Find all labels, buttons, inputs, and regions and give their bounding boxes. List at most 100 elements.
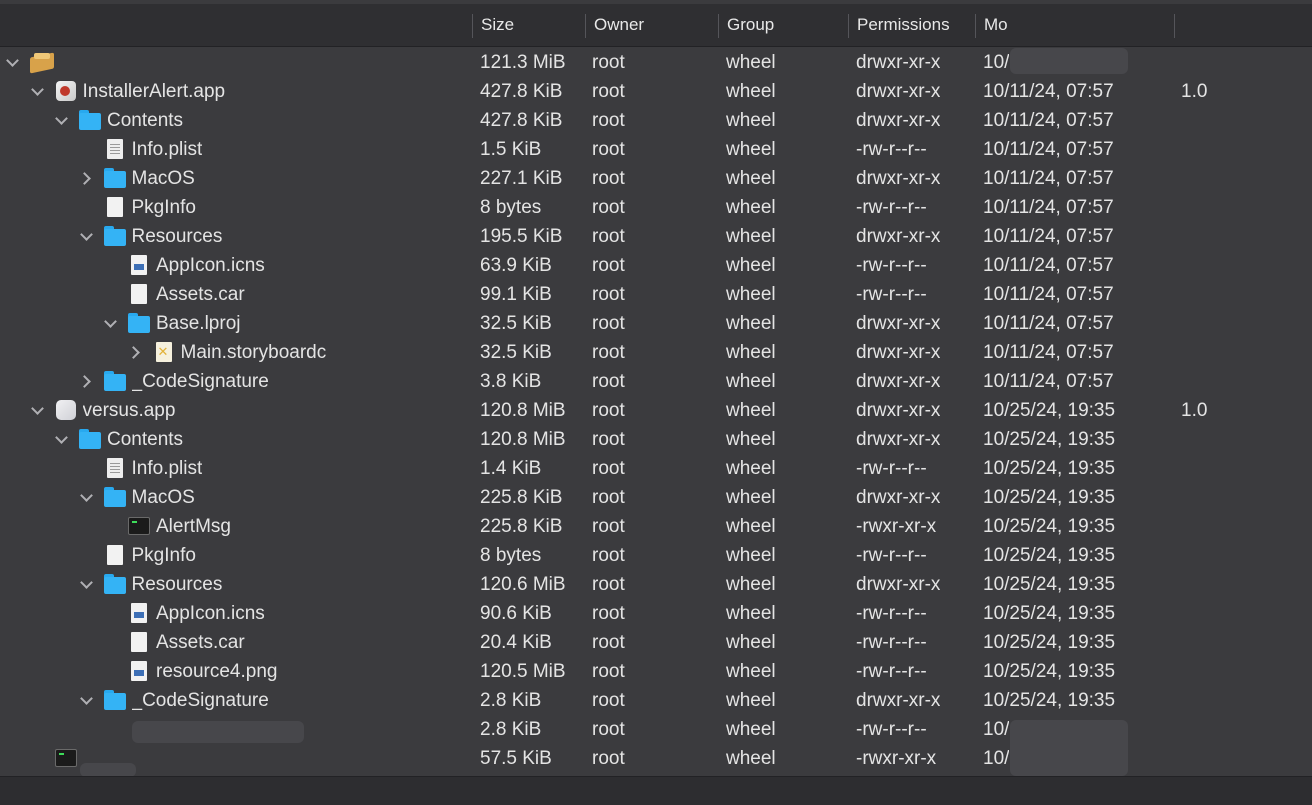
column-header-size[interactable]: Size [481,4,514,46]
file-size: 225.8 KiB [480,516,563,537]
file-permissions: drwxr-xr-x [856,110,941,131]
table-row[interactable]: Info.plist 1.4 KiB root wheel -rw-r--r-- 10/2… [0,454,1312,483]
table-row[interactable]: Assets.car 99.1 KiB root wheel -rw-r--r-- 10/… [0,280,1312,309]
file-permissions: drwxr-xr-x [856,81,941,102]
file-owner: root [592,690,625,711]
file-name: MacOS [131,168,195,189]
file-size: 99.1 KiB [480,284,552,305]
column-divider[interactable] [1174,14,1175,38]
column-header-permissions[interactable]: Permissions [857,4,950,46]
file-owner: root [592,197,625,218]
file-owner: root [592,226,625,247]
file-permissions: drwxr-xr-x [856,52,941,73]
disclosure-collapsed-icon[interactable] [78,169,96,187]
disclosure-collapsed-icon[interactable] [127,343,145,361]
file-owner: root [592,81,625,102]
disclosure-collapsed-icon[interactable] [78,372,96,390]
file-modified: 10/11/24, 07:57 [983,226,1114,247]
file-permissions: -rwxr-xr-x [856,516,937,537]
table-row[interactable]: _CodeSignature 2.8 KiB root wheel drwxr-xr-x… [0,686,1312,715]
file-size: 57.5 KiB [480,748,552,769]
file-group: wheel [726,574,776,595]
package-icon [30,52,52,73]
folder-icon [79,429,101,450]
file-group: wheel [726,110,776,131]
disclosure-expanded-icon[interactable] [78,575,96,593]
table-row[interactable]: AppIcon.icns 90.6 KiB root wheel -rw-r--r-- 1… [0,599,1312,628]
file-modified: 10/ [983,52,1010,73]
file-modified: 10/ [983,719,1010,740]
file-group: wheel [726,458,776,479]
file-permissions: -rw-r--r-- [856,255,927,276]
disclosure-expanded-icon[interactable] [78,691,96,709]
table-row[interactable]: MacOS 225.8 KiB root wheel drwxr-xr-x 10/25/2… [0,483,1312,512]
file-size: 1.4 KiB [480,458,542,479]
file-owner: root [592,487,625,508]
file-group: wheel [726,284,776,305]
file-name: resource4.png [156,661,278,682]
file-group: wheel [726,52,776,73]
file-name: Contents [107,429,184,450]
file-name: Assets.car [156,632,245,653]
table-row[interactable]: Info.plist 1.5 KiB root wheel -rw-r--r-- 10/1… [0,135,1312,164]
table-row[interactable]: InstallerAlert.app 427.8 KiB root wheel drwx… [0,77,1312,106]
table-row[interactable]: Main.storyboardc 32.5 KiB root wheel drwxr-x… [0,338,1312,367]
column-divider[interactable] [718,14,719,38]
folder-icon [103,574,126,595]
disclosure-expanded-icon[interactable] [78,227,96,245]
table-row[interactable]: _CodeSignature 3.8 KiB root wheel drwxr-xr-x… [0,367,1312,396]
folder-icon [128,313,150,334]
table-row[interactable]: Resources 195.5 KiB root wheel drwxr-xr-x 10/… [0,222,1312,251]
file-modified: 10/11/24, 07:57 [983,81,1114,102]
column-divider[interactable] [848,14,849,38]
table-row[interactable]: Contents 427.8 KiB root wheel drwxr-xr-x 10/1… [0,106,1312,135]
file-owner: root [592,168,625,189]
file-permissions: -rw-r--r-- [856,139,927,160]
disclosure-expanded-icon[interactable] [53,111,71,129]
table-row[interactable]: AlertMsg 225.8 KiB root wheel -rwxr-xr-x 10/2… [0,512,1312,541]
disclosure-expanded-icon[interactable] [78,488,96,506]
disclosure-expanded-icon[interactable] [53,430,71,448]
table-row[interactable]: Base.lproj 32.5 KiB root wheel drwxr-xr-x 10/… [0,309,1312,338]
table-row[interactable]: Contents 120.8 MiB root wheel drwxr-xr-x 10/2… [0,425,1312,454]
file-permissions: drwxr-xr-x [856,226,941,247]
redacted-area [1010,48,1128,74]
table-row[interactable]: Resources 120.6 MiB root wheel drwxr-xr-x 10/… [0,570,1312,599]
image-icon [128,661,150,682]
file-modified: 10/25/24, 19:35 [983,603,1116,624]
file-group: wheel [726,429,776,450]
file-group: wheel [726,168,776,189]
folder-icon [103,168,126,189]
file-size: 20.4 KiB [480,632,552,653]
image-icon [128,255,150,276]
file-name: Contents [107,110,184,131]
document-icon [128,632,150,653]
column-header-group[interactable]: Group [727,4,774,46]
table-row[interactable]: PkgInfo 8 bytes root wheel -rw-r--r-- 10/11/2… [0,193,1312,222]
storyboard-icon [153,342,175,363]
file-size: 120.5 MiB [480,661,566,682]
column-divider[interactable] [975,14,976,38]
disclosure-expanded-icon[interactable] [4,53,22,71]
table-row[interactable]: versus.app 120.8 MiB root wheel drwxr-xr-x 10… [0,396,1312,425]
table-row[interactable]: PkgInfo 8 bytes root wheel -rw-r--r-- 10/25/2… [0,541,1312,570]
file-owner: root [592,748,625,769]
file-owner: root [592,139,625,160]
table-row[interactable]: resource4.png 120.5 MiB root wheel -rw-r--r-… [0,657,1312,686]
disclosure-expanded-icon[interactable] [29,401,47,419]
file-modified: 10/11/24, 07:57 [983,110,1114,131]
file-owner: root [592,458,625,479]
column-header-modified[interactable]: Mo [984,4,1008,46]
column-divider[interactable] [585,14,586,38]
file-owner: root [592,429,625,450]
executable-icon [54,748,77,769]
column-divider[interactable] [472,14,473,38]
table-row[interactable]: AppIcon.icns 63.9 KiB root wheel -rw-r--r-- 1… [0,251,1312,280]
disclosure-expanded-icon[interactable] [102,314,120,332]
column-header-owner[interactable]: Owner [594,4,644,46]
table-row[interactable]: MacOS 227.1 KiB root wheel drwxr-xr-x 10/11/2… [0,164,1312,193]
disclosure-expanded-icon[interactable] [29,82,47,100]
file-size: 195.5 KiB [480,226,563,247]
file-permissions: drwxr-xr-x [856,574,941,595]
table-row[interactable]: Assets.car 20.4 KiB root wheel -rw-r--r-- 10/… [0,628,1312,657]
